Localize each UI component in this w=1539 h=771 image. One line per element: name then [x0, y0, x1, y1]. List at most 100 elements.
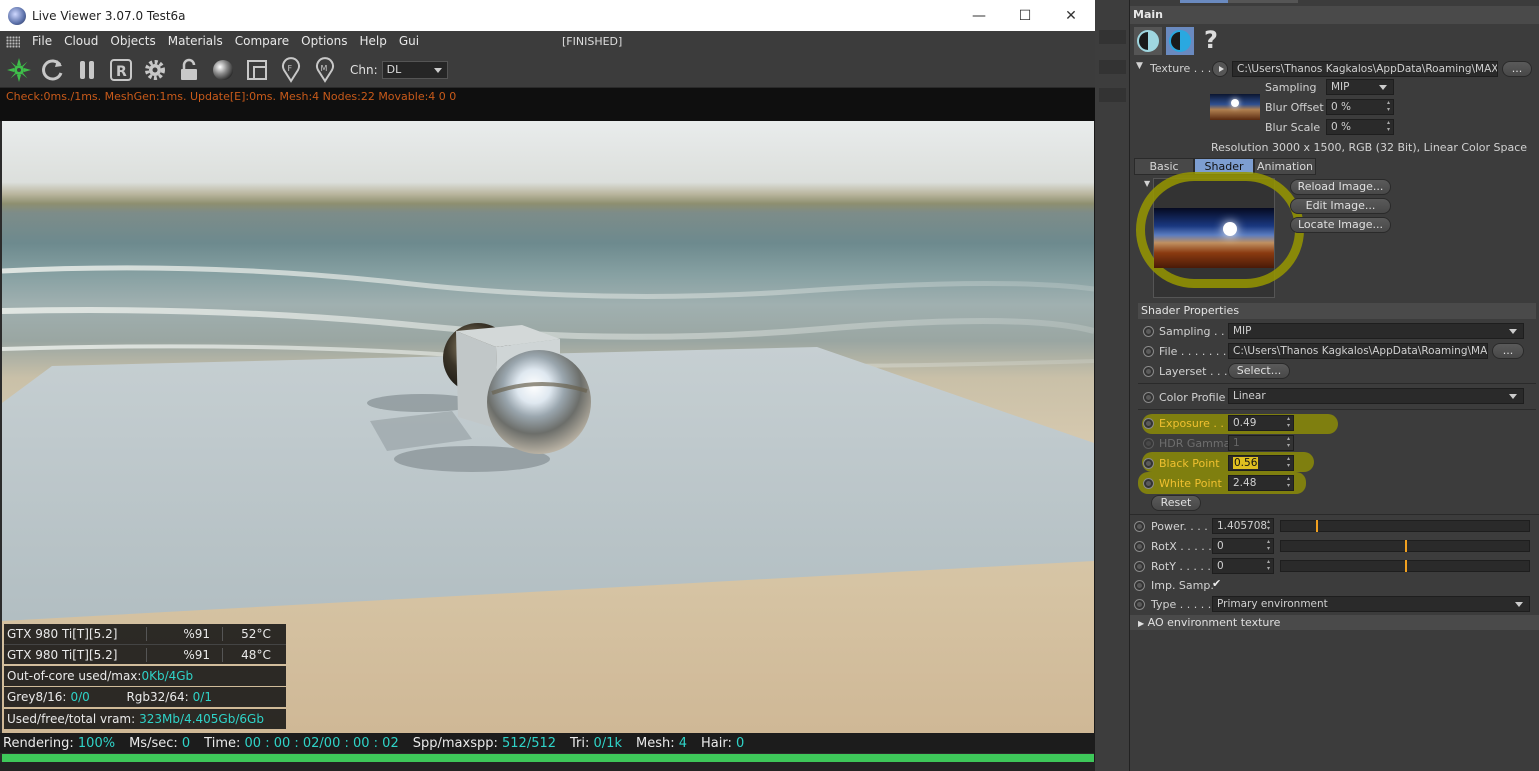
grey-value: 0/0	[70, 690, 90, 704]
rotx-label: RotX . . . . . .	[1151, 540, 1219, 553]
pin-f-icon[interactable]: F	[276, 55, 306, 85]
imp-samp-radio[interactable]	[1134, 580, 1145, 591]
pin-m-icon[interactable]: M	[310, 55, 340, 85]
exposure-field[interactable]: 0.49	[1228, 415, 1294, 431]
black-point-radio[interactable]	[1143, 458, 1154, 469]
title-bar[interactable]: Live Viewer 3.07.0 Test6a — ☐ ✕	[0, 0, 1095, 31]
hdr-gamma-field[interactable]: 1	[1228, 435, 1294, 451]
menu-file[interactable]: File	[26, 31, 58, 52]
gpu-name: GTX 980 Ti[T][5.2]	[7, 647, 118, 662]
power-slider[interactable]	[1280, 520, 1530, 532]
region-icon[interactable]	[242, 55, 272, 85]
half-circle-icon[interactable]	[1134, 27, 1162, 55]
preview-collapse-icon[interactable]: ▼	[1144, 179, 1150, 188]
shader-preview-image[interactable]	[1154, 208, 1274, 268]
sp-sampling-select[interactable]: MIP	[1228, 323, 1524, 339]
locate-image-button[interactable]: Locate Image...	[1290, 217, 1391, 233]
minimize-button[interactable]: —	[956, 0, 1002, 31]
power-slider-knob[interactable]	[1315, 520, 1318, 532]
white-point-label: White Point	[1159, 477, 1222, 490]
hdr-gamma-radio[interactable]	[1143, 438, 1154, 449]
menu-objects[interactable]: Objects	[104, 31, 161, 52]
type-radio[interactable]	[1134, 599, 1145, 610]
menu-materials[interactable]: Materials	[162, 31, 229, 52]
rotx-field[interactable]: 0	[1212, 538, 1274, 554]
color-profile-radio[interactable]	[1143, 392, 1154, 403]
reset-button[interactable]: Reset	[1151, 495, 1201, 511]
power-field[interactable]: 1.405708	[1212, 518, 1274, 534]
grip-icon[interactable]	[6, 35, 20, 48]
render-stats-bar: Rendering: 100% Ms/sec: 0 Time: 00 : 00 …	[0, 733, 1095, 753]
r-icon[interactable]: R	[106, 55, 136, 85]
lock-icon[interactable]	[174, 55, 204, 85]
out-of-core-row: Out-of-core used/max: 0Kb/4Gb	[4, 666, 286, 686]
power-radio[interactable]	[1134, 521, 1145, 532]
sp-sampling-label: Sampling . .	[1159, 325, 1225, 338]
roty-radio[interactable]	[1134, 561, 1145, 572]
texture-browse-button[interactable]: ...	[1502, 61, 1532, 77]
ao-texture-label: AO environment texture	[1147, 616, 1281, 629]
blur-scale-field[interactable]: 0 %	[1326, 119, 1394, 135]
live-viewer-window: Live Viewer 3.07.0 Test6a — ☐ ✕ File Clo…	[0, 0, 1095, 771]
grey-label: Grey8/16:	[7, 690, 67, 704]
bottom-edge	[0, 762, 1095, 771]
rotx-slider[interactable]	[1280, 540, 1530, 552]
vram-label: Used/free/total vram:	[7, 712, 136, 726]
collapse-arrow-icon[interactable]: ▼	[1136, 61, 1143, 71]
channel-select[interactable]: DL	[381, 60, 448, 79]
menu-gui[interactable]: Gui	[393, 31, 425, 52]
sampling-radio[interactable]	[1143, 326, 1154, 337]
maximize-button[interactable]: ☐	[1002, 0, 1048, 31]
panel-top-tab	[1228, 0, 1298, 3]
menu-compare[interactable]: Compare	[229, 31, 295, 52]
color-profile-select[interactable]: Linear	[1228, 388, 1524, 404]
texture-thumbnail[interactable]	[1210, 94, 1260, 120]
roty-slider-knob[interactable]	[1405, 560, 1407, 572]
exposure-radio[interactable]	[1143, 418, 1154, 429]
half-circle-active-icon[interactable]	[1166, 27, 1194, 55]
settings-gear-icon[interactable]	[140, 55, 170, 85]
sampling-select[interactable]: MIP	[1326, 79, 1394, 95]
reload-image-button[interactable]: Reload Image...	[1290, 179, 1391, 195]
hair-value: 0	[736, 735, 745, 751]
render-viewport[interactable]: GTX 980 Ti[T][5.2] %91 52°C GTX 980 Ti[T…	[2, 121, 1094, 733]
channel-label: Chn:	[350, 62, 378, 77]
divider	[1130, 514, 1539, 515]
ao-texture-section[interactable]: ▶ AO environment texture	[1130, 615, 1539, 630]
gpu-row-1: GTX 980 Ti[T][5.2] %91 52°C	[4, 624, 286, 644]
close-button[interactable]: ✕	[1048, 0, 1094, 31]
rotx-radio[interactable]	[1134, 541, 1145, 552]
edit-image-button[interactable]: Edit Image...	[1290, 198, 1391, 214]
pause-icon[interactable]	[72, 55, 102, 85]
expand-arrow-icon[interactable]: ▶	[1138, 619, 1144, 628]
type-select[interactable]: Primary environment	[1212, 596, 1530, 612]
layerset-radio[interactable]	[1143, 366, 1154, 377]
roty-slider[interactable]	[1280, 560, 1530, 572]
type-label: Type . . . . . .	[1151, 598, 1219, 611]
blur-offset-field[interactable]: 0 %	[1326, 99, 1394, 115]
sphere-icon[interactable]	[208, 55, 238, 85]
menu-cloud[interactable]: Cloud	[58, 31, 104, 52]
tab-animation[interactable]: Animation	[1254, 158, 1316, 175]
texture-path-field[interactable]: C:\Users\Thanos Kagkalos\AppData\Roaming…	[1232, 61, 1498, 77]
imp-samp-checkbox[interactable]: ✔	[1212, 577, 1225, 590]
roty-field[interactable]: 0	[1212, 558, 1274, 574]
layerset-select-button[interactable]: Select...	[1228, 363, 1290, 379]
file-browse-button[interactable]: ...	[1492, 343, 1524, 359]
svg-text:F: F	[288, 64, 293, 73]
file-radio[interactable]	[1143, 346, 1154, 357]
rotx-slider-knob[interactable]	[1405, 540, 1407, 552]
reload-icon[interactable]	[38, 55, 68, 85]
file-label: File . . . . . . .	[1159, 345, 1227, 358]
texture-count-row: Grey8/16: 0/0 Rgb32/64: 0/1	[4, 687, 286, 707]
gear-star-icon[interactable]	[4, 55, 34, 85]
white-point-field[interactable]: 2.48	[1228, 475, 1294, 491]
menu-options[interactable]: Options	[295, 31, 353, 52]
texture-play-icon[interactable]	[1212, 61, 1228, 77]
menu-help[interactable]: Help	[353, 31, 392, 52]
black-point-field[interactable]: 0.56	[1228, 455, 1294, 471]
file-path-field[interactable]: C:\Users\Thanos Kagkalos\AppData\Roaming…	[1228, 343, 1488, 359]
help-icon[interactable]: ?	[1204, 26, 1218, 54]
white-point-radio[interactable]	[1143, 478, 1154, 489]
gpu-usage: %91	[146, 627, 222, 641]
